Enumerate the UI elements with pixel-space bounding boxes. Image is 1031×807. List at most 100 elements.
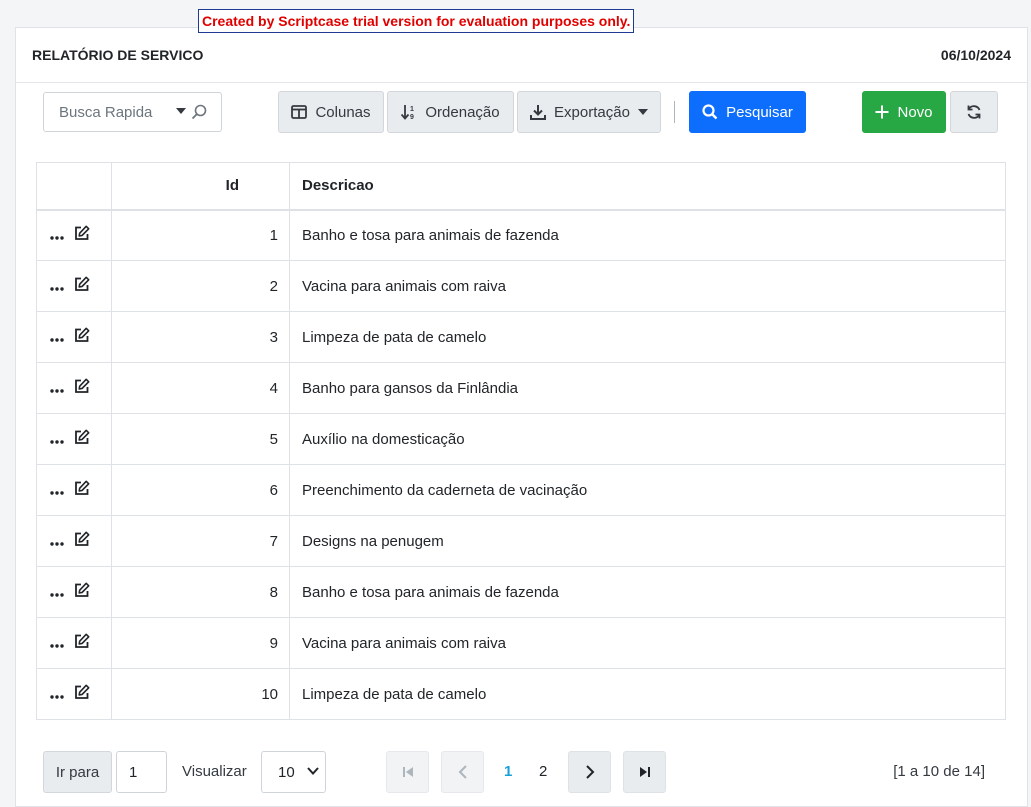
row-actions-cell xyxy=(36,566,112,618)
table-row: 7 Designs na penugem xyxy=(36,515,1006,567)
cell-id: 5 xyxy=(111,413,290,465)
goto-page-input[interactable]: 1 xyxy=(116,751,167,793)
more-icon[interactable] xyxy=(50,686,64,703)
edit-icon[interactable] xyxy=(74,429,90,449)
table-header-row: Id Descricao xyxy=(36,162,1006,211)
last-page-button[interactable] xyxy=(623,751,666,793)
columns-label: Colunas xyxy=(315,103,371,121)
more-icon[interactable] xyxy=(50,431,64,448)
sort-icon: 19 xyxy=(401,105,414,120)
cell-descricao: Banho para gansos da Finlândia xyxy=(289,362,1006,414)
cell-id: 9 xyxy=(111,617,290,669)
sort-label: Ordenação xyxy=(425,103,500,121)
prev-page-icon xyxy=(458,765,467,779)
edit-icon[interactable] xyxy=(74,582,90,602)
edit-icon[interactable] xyxy=(74,531,90,551)
chevron-down-icon xyxy=(307,767,319,775)
first-page-icon xyxy=(402,767,413,777)
table-row: 1 Banho e tosa para animais de fazenda xyxy=(36,209,1006,261)
more-icon[interactable] xyxy=(50,482,64,499)
cell-descricao: Banho e tosa para animais de fazenda xyxy=(289,566,1006,618)
cell-descricao: Limpeza de pata de camelo xyxy=(289,311,1006,363)
refresh-button[interactable] xyxy=(950,91,998,133)
cell-id: 6 xyxy=(111,464,290,516)
column-header-id[interactable]: Id xyxy=(111,162,290,211)
cell-descricao: Auxílio na domesticação xyxy=(289,413,1006,465)
more-icon[interactable] xyxy=(50,635,64,652)
table-row: 5 Auxílio na domesticação xyxy=(36,413,1006,465)
more-icon[interactable] xyxy=(50,278,64,295)
cell-id: 10 xyxy=(111,668,290,720)
edit-icon[interactable] xyxy=(74,225,90,245)
next-page-button[interactable] xyxy=(568,751,611,793)
search-icon xyxy=(702,104,718,120)
cell-descricao: Vacina para animais com raiva xyxy=(289,617,1006,669)
edit-icon[interactable] xyxy=(74,327,90,347)
edit-icon[interactable] xyxy=(74,276,90,296)
table-row: 10 Limpeza de pata de camelo xyxy=(36,668,1006,720)
more-icon[interactable] xyxy=(50,533,64,550)
row-actions-cell xyxy=(36,209,112,261)
cell-descricao: Designs na penugem xyxy=(289,515,1006,567)
column-header-actions xyxy=(36,162,112,211)
cell-id: 1 xyxy=(111,209,290,261)
quick-search-input[interactable]: Busca Rapida xyxy=(43,92,222,132)
refresh-icon xyxy=(967,105,981,119)
export-label: Exportação xyxy=(554,103,630,121)
columns-icon xyxy=(291,105,308,119)
more-icon[interactable] xyxy=(50,584,64,601)
cell-id: 2 xyxy=(111,260,290,312)
download-icon xyxy=(530,105,547,120)
cell-descricao: Limpeza de pata de camelo xyxy=(289,668,1006,720)
table-row: 6 Preenchimento da caderneta de vacinação xyxy=(36,464,1006,516)
caret-down-icon xyxy=(637,108,648,115)
toolbar: Busca Rapida Colunas 19 Ordenação Export… xyxy=(16,91,1027,133)
last-page-icon xyxy=(639,767,650,777)
table-row: 9 Vacina para animais com raiva xyxy=(36,617,1006,669)
column-header-descricao[interactable]: Descricao xyxy=(289,162,1006,211)
edit-icon[interactable] xyxy=(74,684,90,704)
next-page-icon xyxy=(585,765,594,779)
more-icon[interactable] xyxy=(50,227,64,244)
cell-id: 3 xyxy=(111,311,290,363)
cell-id: 4 xyxy=(111,362,290,414)
edit-icon[interactable] xyxy=(74,633,90,653)
data-table: Id Descricao 1 Banho e tosa para animais … xyxy=(36,162,1006,720)
table-row: 3 Limpeza de pata de camelo xyxy=(36,311,1006,363)
columns-button[interactable]: Colunas xyxy=(278,91,384,133)
sort-button[interactable]: 19 Ordenação xyxy=(387,91,514,133)
search-label: Pesquisar xyxy=(726,103,793,121)
search-button[interactable]: Pesquisar xyxy=(689,91,806,133)
toolbar-divider xyxy=(674,101,675,123)
cell-descricao: Preenchimento da caderneta de vacinação xyxy=(289,464,1006,516)
trial-notice: Created by Scriptcase trial version for … xyxy=(198,9,635,33)
pagination-bar: Ir para 1 Visualizar 10 1 2 [1 a 10 de 1… xyxy=(16,751,1027,793)
row-actions-cell xyxy=(36,464,112,516)
row-actions-cell xyxy=(36,260,112,312)
page-link-2[interactable]: 2 xyxy=(539,763,547,780)
row-actions-cell xyxy=(36,668,112,720)
first-page-button[interactable] xyxy=(386,751,429,793)
quick-search-placeholder: Busca Rapida xyxy=(59,103,153,121)
table-row: 4 Banho para gansos da Finlândia xyxy=(36,362,1006,414)
prev-page-button[interactable] xyxy=(441,751,484,793)
search-icon[interactable] xyxy=(191,104,207,120)
export-button[interactable]: Exportação xyxy=(517,91,661,133)
page-link-1[interactable]: 1 xyxy=(504,763,512,780)
cell-descricao: Banho e tosa para animais de fazenda xyxy=(289,209,1006,261)
more-icon[interactable] xyxy=(50,380,64,397)
svg-text:9: 9 xyxy=(410,114,414,120)
record-range: [1 a 10 de 14] xyxy=(893,763,985,780)
new-button[interactable]: Novo xyxy=(862,91,946,133)
cell-id: 7 xyxy=(111,515,290,567)
cell-id: 8 xyxy=(111,566,290,618)
goto-button[interactable]: Ir para xyxy=(43,751,112,793)
edit-icon[interactable] xyxy=(74,480,90,500)
svg-text:1: 1 xyxy=(410,106,414,113)
more-icon[interactable] xyxy=(50,329,64,346)
new-label: Novo xyxy=(897,103,933,121)
caret-down-icon[interactable] xyxy=(176,108,186,115)
rows-per-page-select[interactable]: 10 xyxy=(261,751,326,793)
edit-icon[interactable] xyxy=(74,378,90,398)
row-actions-cell xyxy=(36,515,112,567)
